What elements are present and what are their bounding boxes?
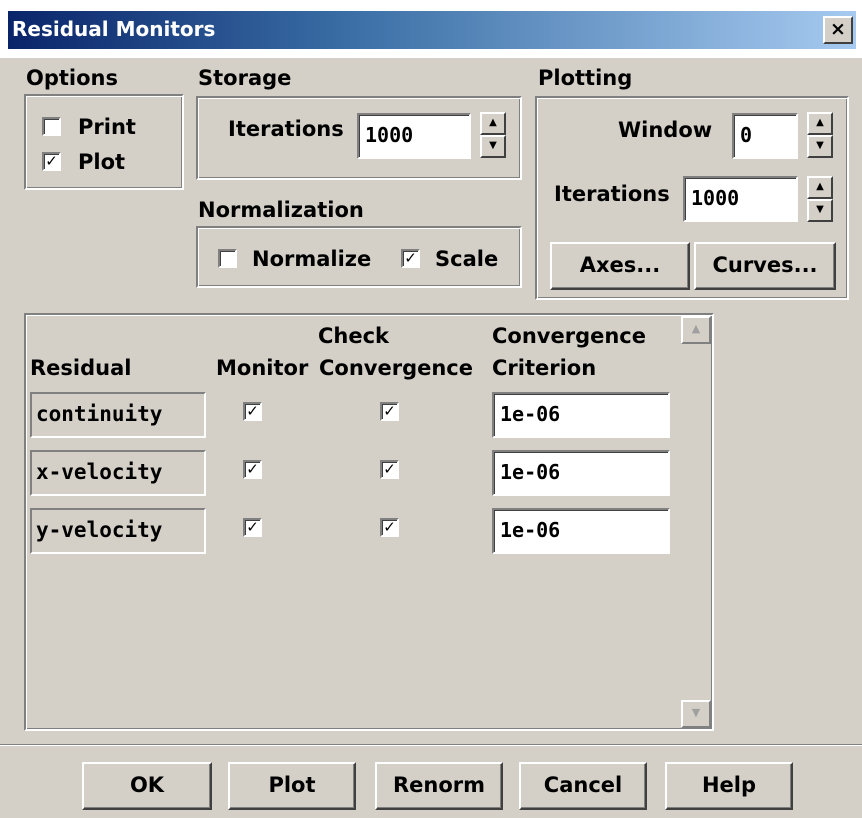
normalize-label: Normalize <box>252 247 372 271</box>
checkmark-icon: ✓ <box>246 518 259 536</box>
normalize-checkbox[interactable] <box>218 249 237 268</box>
renorm-button[interactable]: Renorm <box>375 762 503 810</box>
plotting-label: Plotting <box>538 66 633 90</box>
convergence-criterion-input[interactable]: 1e-06 <box>492 508 670 554</box>
print-checkbox[interactable] <box>42 117 61 136</box>
spin-up-icon[interactable]: ▲ <box>807 112 833 135</box>
window-spinner[interactable]: ▲ ▼ <box>807 112 833 158</box>
window-label: Window <box>618 118 713 142</box>
header-criterion-bottom: Criterion <box>492 356 597 380</box>
plotting-iterations-input[interactable]: 1000 <box>683 176 798 222</box>
header-criterion-top: Convergence <box>492 324 646 348</box>
spin-down-icon[interactable]: ▼ <box>807 135 833 158</box>
checkmark-icon: ✓ <box>246 460 259 478</box>
checkmark-icon: ✓ <box>383 518 396 536</box>
curves-button[interactable]: Curves... <box>694 242 836 290</box>
plot-label: Plot <box>78 150 126 174</box>
plotting-iterations-label: Iterations <box>554 182 670 206</box>
axes-button[interactable]: Axes... <box>550 242 690 290</box>
residual-name: continuity <box>30 392 206 438</box>
spin-up-icon[interactable]: ▲ <box>807 176 833 199</box>
spin-down-icon[interactable]: ▼ <box>480 135 506 158</box>
close-button[interactable]: × <box>823 16 853 44</box>
plotting-iterations-spinner[interactable]: ▲ ▼ <box>807 176 833 222</box>
print-label: Print <box>78 115 136 139</box>
window-title: Residual Monitors <box>12 17 216 41</box>
plot-button[interactable]: Plot <box>228 762 356 810</box>
header-check-top: Check <box>318 324 390 348</box>
ok-button[interactable]: OK <box>82 762 212 810</box>
plot-checkbox[interactable]: ✓ <box>42 152 61 171</box>
storage-label: Storage <box>198 66 292 90</box>
convergence-criterion-input[interactable]: 1e-06 <box>492 450 670 496</box>
checkmark-icon: ✓ <box>45 152 58 170</box>
close-icon: × <box>830 18 846 40</box>
scale-checkbox[interactable]: ✓ <box>401 249 420 268</box>
check-convergence-checkbox[interactable]: ✓ <box>380 402 399 421</box>
residual-name: x-velocity <box>30 450 206 496</box>
monitor-checkbox[interactable]: ✓ <box>243 402 262 421</box>
checkmark-icon: ✓ <box>383 402 396 420</box>
help-button[interactable]: Help <box>665 762 793 810</box>
checkmark-icon: ✓ <box>404 249 417 267</box>
options-group <box>24 94 184 190</box>
scroll-down-arrow-icon[interactable]: ▼ <box>681 700 711 728</box>
storage-iterations-input[interactable]: 1000 <box>357 113 471 159</box>
check-convergence-checkbox[interactable]: ✓ <box>380 518 399 537</box>
checkmark-icon: ✓ <box>383 460 396 478</box>
checkmark-icon: ✓ <box>246 402 259 420</box>
storage-iterations-label: Iterations <box>228 117 344 141</box>
residual-name: y-velocity <box>30 508 206 554</box>
header-residual: Residual <box>30 356 132 380</box>
options-label: Options <box>26 66 118 90</box>
cancel-button[interactable]: Cancel <box>519 762 647 810</box>
spin-up-icon[interactable]: ▲ <box>480 112 506 135</box>
monitor-checkbox[interactable]: ✓ <box>243 518 262 537</box>
vertical-scrollbar[interactable]: ▲ ▼ <box>681 316 711 728</box>
window-input[interactable]: 0 <box>732 113 798 159</box>
bottom-separator <box>0 744 862 746</box>
header-monitor: Monitor <box>216 356 309 380</box>
spin-down-icon[interactable]: ▼ <box>807 199 833 222</box>
scroll-up-arrow-icon[interactable]: ▲ <box>681 316 711 344</box>
storage-iterations-spinner[interactable]: ▲ ▼ <box>480 112 506 158</box>
scale-label: Scale <box>435 247 499 271</box>
header-check-bottom: Convergence <box>319 356 473 380</box>
convergence-criterion-input[interactable]: 1e-06 <box>492 392 670 438</box>
check-convergence-checkbox[interactable]: ✓ <box>380 460 399 479</box>
monitor-checkbox[interactable]: ✓ <box>243 460 262 479</box>
normalization-label: Normalization <box>198 198 364 222</box>
